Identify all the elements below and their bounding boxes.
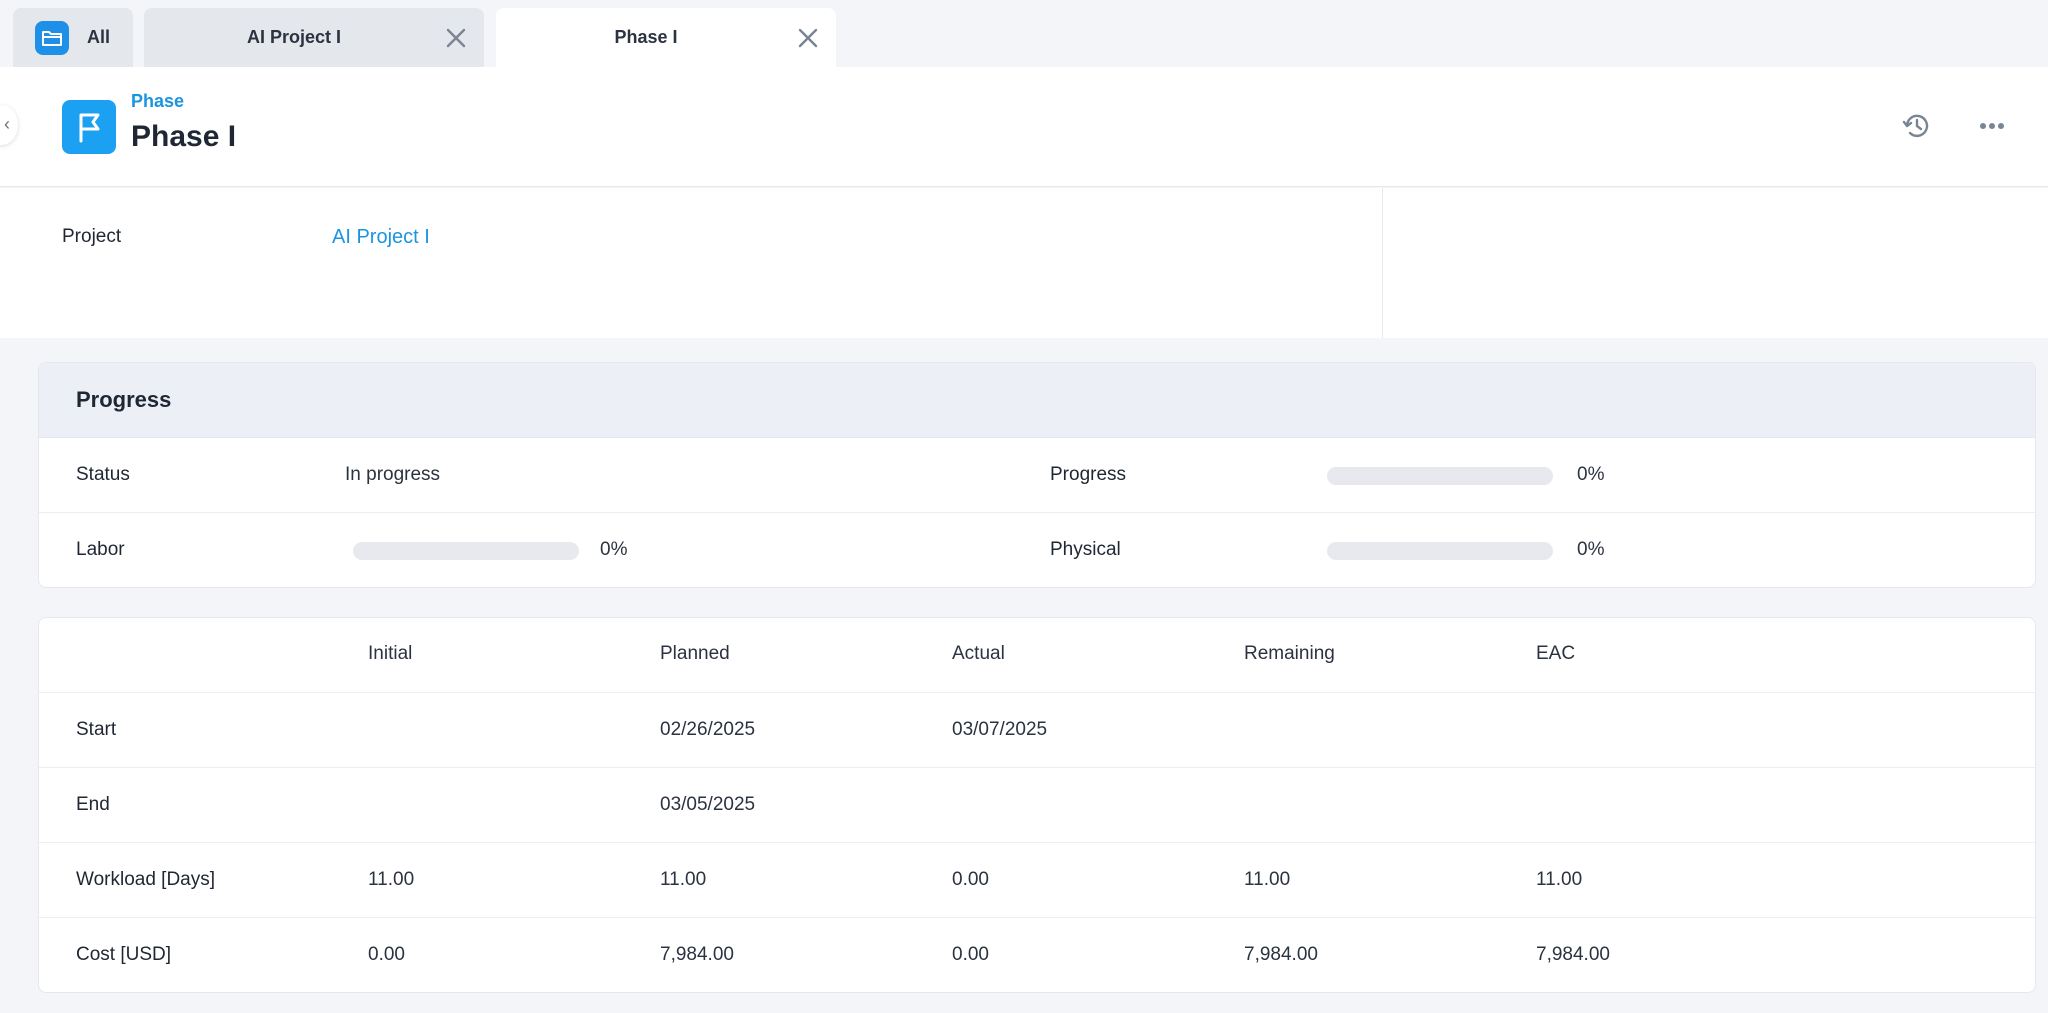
chevron-left-icon: ‹ — [4, 114, 10, 134]
close-icon[interactable] — [444, 26, 468, 50]
history-icon[interactable] — [1900, 109, 1934, 143]
labor-bar — [353, 542, 579, 560]
row-label: Start — [76, 719, 117, 740]
progress-row: Labor 0% Physical 0% — [39, 513, 2035, 587]
labor-label: Labor — [76, 539, 125, 560]
progress-bar — [1327, 467, 1553, 485]
progress-value: 0% — [1577, 464, 1605, 485]
row-label: End — [76, 794, 110, 815]
info-section: Project AI Project I — [0, 188, 2048, 338]
table-cell: 0.00 — [952, 869, 989, 890]
close-icon[interactable] — [796, 26, 820, 50]
progress-card: Progress Status In progress Progress 0% … — [38, 362, 2036, 588]
tab-phase-label: Phase I — [614, 27, 678, 47]
progress-row: Status In progress Progress 0% — [39, 438, 2035, 513]
table-cell: 7,984.00 — [1536, 944, 1610, 965]
progress-card-title: Progress — [76, 387, 172, 412]
physical-label: Physical — [1050, 539, 1121, 560]
physical-bar — [1327, 542, 1553, 560]
table-cell: 11.00 — [660, 869, 707, 890]
more-horizontal-icon[interactable] — [1975, 109, 2009, 143]
table-cell: 03/07/2025 — [952, 719, 1048, 740]
project-label: Project — [62, 226, 122, 247]
progress-label: Progress — [1050, 464, 1127, 485]
status-label: Status — [76, 464, 130, 485]
tab-all[interactable]: All — [13, 8, 133, 67]
table-header-row: Initial Planned Actual Remaining EAC — [39, 618, 2035, 693]
record-type: Phase — [131, 91, 185, 111]
page-title: Phase I — [131, 120, 237, 153]
tab-bar: All AI Project I Phase I — [0, 0, 2048, 68]
table-cell: 11.00 — [368, 869, 415, 890]
table-cell: 11.00 — [1536, 869, 1583, 890]
column-header: Actual — [952, 643, 1005, 664]
column-header: Remaining — [1244, 643, 1335, 664]
page-header: Phase Phase I — [0, 67, 2048, 187]
column-header: EAC — [1536, 643, 1576, 664]
tab-phase[interactable]: Phase I — [496, 8, 836, 67]
tab-ai-project-label: AI Project I — [246, 27, 342, 47]
folder-icon — [35, 21, 69, 55]
status-value: In progress — [345, 464, 441, 485]
progress-card-header: Progress — [39, 363, 2035, 438]
labor-value: 0% — [600, 539, 628, 560]
table-row: Cost [USD] 0.00 7,984.00 0.00 7,984.00 7… — [39, 918, 2035, 992]
table-cell: 7,984.00 — [660, 944, 734, 965]
tab-all-label: All — [87, 27, 111, 47]
table-row: Workload [Days] 11.00 11.00 0.00 11.00 1… — [39, 843, 2035, 918]
table-cell: 03/05/2025 — [660, 794, 756, 815]
column-header: Planned — [660, 643, 730, 664]
table-cell: 7,984.00 — [1244, 944, 1318, 965]
table-cell: 0.00 — [368, 944, 405, 965]
column-header: Initial — [368, 643, 413, 664]
table-cell: 0.00 — [952, 944, 989, 965]
project-link[interactable]: AI Project I — [332, 226, 430, 249]
table-row: End 03/05/2025 — [39, 768, 2035, 843]
table-row: Start 02/26/2025 03/07/2025 — [39, 693, 2035, 768]
tab-ai-project[interactable]: AI Project I — [144, 8, 484, 67]
table-cell: 02/26/2025 — [660, 719, 756, 740]
divider — [1382, 188, 1383, 338]
schedule-table: Initial Planned Actual Remaining EAC Sta… — [38, 617, 2036, 993]
row-label: Cost [USD] — [76, 944, 172, 965]
row-label: Workload [Days] — [76, 869, 216, 890]
table-cell: 11.00 — [1244, 869, 1291, 890]
flag-icon — [62, 100, 116, 154]
physical-value: 0% — [1577, 539, 1605, 560]
